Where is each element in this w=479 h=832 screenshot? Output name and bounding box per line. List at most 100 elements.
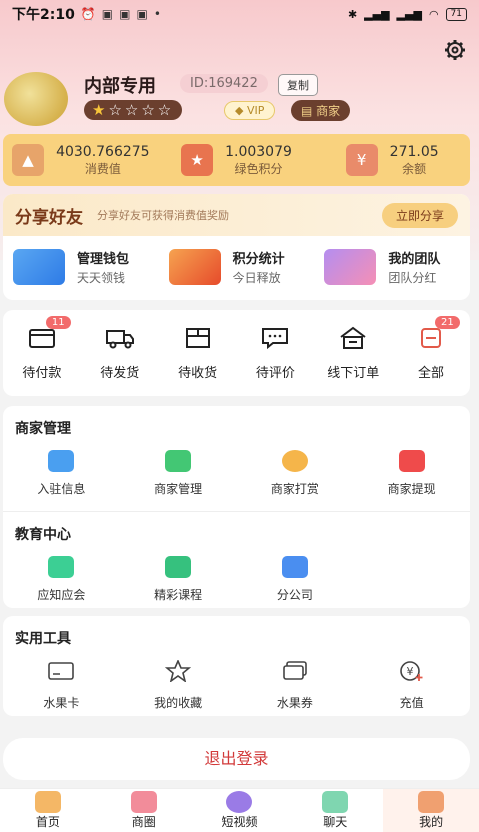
merchant-badge[interactable]: ▤ 商家 [291,100,351,121]
order-list-icon [421,327,442,348]
tab-business-circle[interactable]: 商圈 [96,789,192,832]
bluetooth-icon: ✱ [347,7,358,21]
tab-label: 聊天 [323,815,348,829]
merchant-info-entry[interactable]: 入驻信息 [3,450,120,497]
app-notification-icon: ▣ [101,7,114,21]
entry-label: 应知应会 [37,588,86,602]
branch-entry[interactable]: 分公司 [237,556,354,603]
building-icon [48,450,75,472]
status-time: 下午2:10 [12,7,75,23]
stat-value: 271.05 [389,143,439,160]
my-team-entry[interactable]: 我的团队 团队分红 [314,248,470,286]
favorites-entry[interactable]: 我的收藏 [120,658,237,711]
order-pending-shipment[interactable]: 待发货 [81,326,159,381]
order-badge: 11 [45,315,71,329]
share-banner: 分享好友 分享好友可获得消费值奖励 立即分享 [3,194,470,236]
entry-label: 分公司 [276,588,313,602]
signal-icon: ▂▄▆ [364,7,390,21]
team-sub: 团队分红 [388,271,437,285]
money-bag-icon: ¥ [345,144,378,176]
stat-green-points[interactable]: ★ 1.003079 绿色积分 [159,134,315,186]
tools-card: 实用工具 水果卡 我的收藏 水果券 ¥ 充值 [3,616,470,716]
tab-label: 我的 [419,815,444,829]
points-sub: 今日释放 [232,271,281,285]
settings-gear-icon[interactable] [443,38,467,62]
tab-chat[interactable]: 聊天 [287,789,383,832]
recharge-entry[interactable]: ¥ 充值 [353,660,470,711]
stat-balance[interactable]: ¥ 271.05 余额 [314,134,470,186]
shopping-bag-icon: ▲ [12,144,45,176]
wallet-entry[interactable]: 管理钱包 天天领钱 [3,248,159,286]
knowledge-entry[interactable]: 应知应会 [3,556,120,603]
order-label: 线下订单 [327,365,380,381]
logout-button[interactable]: 退出登录 [3,738,470,780]
order-all[interactable]: 21 全部 [392,315,470,381]
tools-section-title: 实用工具 [15,631,71,647]
avatar[interactable] [4,72,68,126]
orders-card: 11 待付款 待发货 待收货 待评价 线下订单 21 全部 [3,310,470,396]
signal-icon: ▂▄▆ [396,7,422,21]
share-card: 分享好友 分享好友可获得消费值奖励 立即分享 管理钱包 天天领钱 积分统计 今日释放… [3,194,470,300]
card-icon [48,662,75,680]
order-label: 待付款 [22,365,62,381]
entry-label: 商家打赏 [270,482,319,496]
stat-label: 余额 [402,161,427,176]
share-title: 分享好友 [15,207,83,228]
svg-text:¥: ¥ [406,665,413,678]
user-id: ID:169422 [180,74,268,93]
entry-label: 我的收藏 [154,696,203,710]
bottom-tab-bar: 首页 商圈 短视频 聊天 我的 [0,788,479,832]
coin-icon [281,450,308,472]
order-label: 待收货 [178,365,218,381]
battery-icon: 71 [445,7,467,21]
tab-home[interactable]: 首页 [0,789,96,832]
merchant-withdraw-entry[interactable]: 商家提现 [353,450,470,497]
store-icon [165,450,192,472]
wifi-icon: ◠ [428,7,439,21]
user-icon [418,791,445,813]
team-person-icon [324,249,377,285]
fruit-voucher-entry[interactable]: 水果券 [237,660,354,711]
merchant-label: 商家 [316,104,341,118]
tab-short-video[interactable]: 短视频 [192,789,288,832]
order-pending-review[interactable]: 待评价 [236,326,314,381]
gift-box-icon [168,249,221,285]
star-coin-icon: ★ [181,144,214,176]
stat-value: 1.003079 [225,143,292,160]
app-notification-icon: ▣ [119,7,131,21]
stat-label: 绿色积分 [234,161,283,176]
yen-recharge-icon: ¥ [399,661,423,681]
points-stats-entry[interactable]: 积分统计 今日释放 [159,248,315,286]
fruit-card-entry[interactable]: 水果卡 [3,660,120,711]
wallet-sub: 天天领钱 [77,271,126,285]
merchant-manage-entry[interactable]: 商家管理 [120,450,237,497]
stats-bar: ▲ 4030.766275 消费值 ★ 1.003079 绿色积分 ¥ 271.05… [3,134,470,186]
courses-entry[interactable]: 精彩课程 [120,556,237,603]
order-offline[interactable]: 线下订单 [314,326,392,381]
film-reel-icon [226,791,253,813]
home-icon [34,791,61,813]
order-pending-receipt[interactable]: 待收货 [159,326,237,381]
tab-label: 短视频 [221,815,258,829]
star-icon [164,658,192,683]
truck-icon [105,329,134,348]
comment-icon [262,327,289,349]
vip-label: VIP [246,104,265,117]
entry-label: 商家提现 [387,482,436,496]
share-subtitle: 分享好友可获得消费值奖励 [97,209,229,222]
management-card: 商家管理 入驻信息 商家管理 商家打赏 商家提现 教育中心 应知应会 精彩课程 … [3,406,470,608]
entry-label: 水果券 [276,696,313,710]
status-bar: 下午2:10 ⏰ ▣ ▣ ▣ • ✱ ▂▄▆ ▂▄▆ ◠ 71 [0,0,479,28]
share-now-button[interactable]: 立即分享 [381,202,458,228]
copy-id-button[interactable]: 复制 [278,74,318,96]
order-pending-payment[interactable]: 11 待付款 [3,315,81,381]
profile-header: 内部专用 ID:169422 复制 ★☆☆☆☆ ◆ VIP ▤ 商家 [4,68,474,128]
more-notifications-icon: • [153,7,161,21]
merchant-tip-entry[interactable]: 商家打赏 [237,450,354,497]
stat-consumption[interactable]: ▲ 4030.766275 消费值 [3,134,159,186]
document-icon [48,556,75,578]
stat-value: 4030.766275 [56,143,150,160]
buildings-icon [281,556,308,578]
vip-badge[interactable]: ◆ VIP [224,101,276,120]
tab-mine[interactable]: 我的 [383,789,479,832]
